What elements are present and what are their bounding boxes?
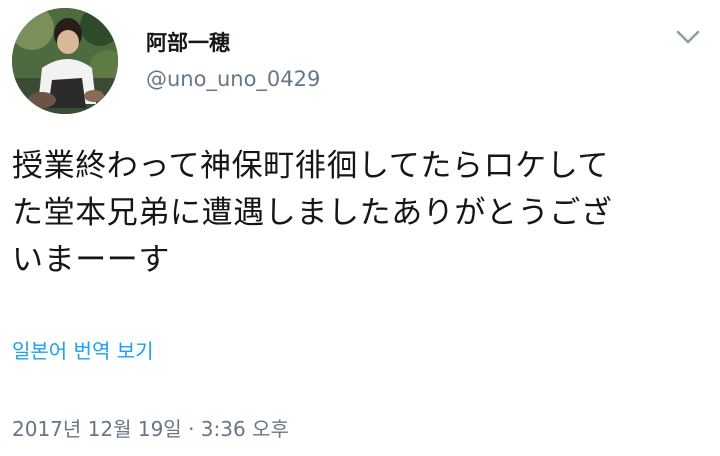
tweet-text: 授業終わって神保町徘徊してたらロケして た堂本兄弟に遭遇しましたありがとうござ … — [12, 148, 613, 278]
profile-photo-image — [12, 8, 118, 114]
author-name[interactable]: 阿部一穂 — [146, 30, 230, 56]
author-handle[interactable]: @uno_uno_0429 — [146, 66, 320, 92]
tweet-card: 阿部一穂 @uno_uno_0429 授業終わって神保町徘徊してたらロケして た… — [0, 0, 720, 456]
avatar[interactable] — [12, 8, 118, 114]
translate-link[interactable]: 일본어 번역 보기 — [12, 338, 154, 364]
tweet-timestamp[interactable]: 2017년 12월 19일 · 3:36 오후 — [12, 416, 289, 442]
chevron-down-icon[interactable] — [674, 26, 702, 48]
